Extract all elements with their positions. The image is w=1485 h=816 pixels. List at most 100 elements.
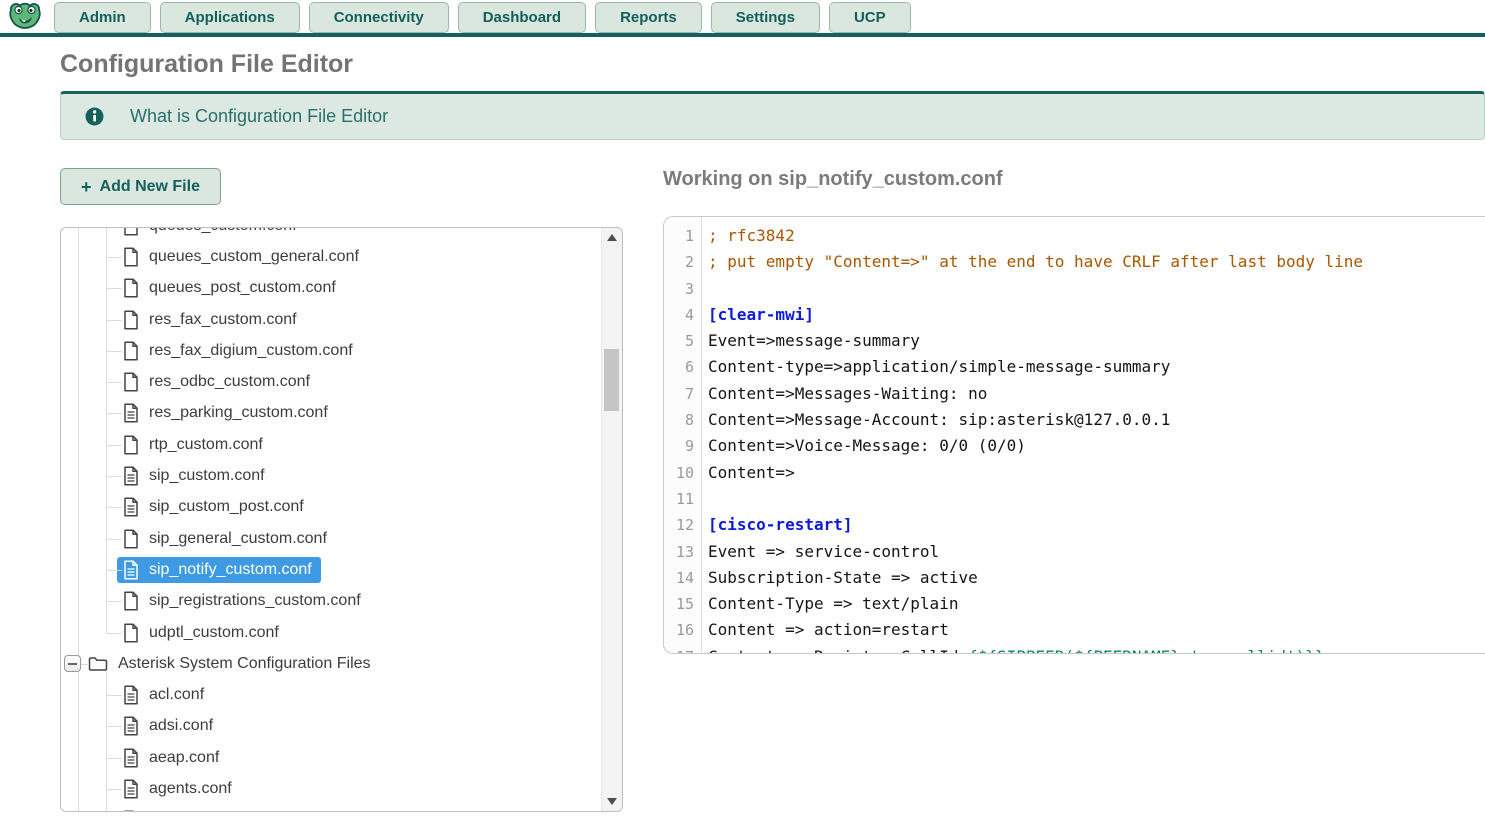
nav-tabs: Admin Applications Connectivity Dashboard Re… xyxy=(54,2,920,33)
tree-item-label: res_fax_custom.conf xyxy=(149,311,297,329)
tree-item-label: queues_custom_general.conf xyxy=(149,248,359,266)
line-number: 15 xyxy=(664,591,702,617)
info-banner[interactable]: What is Configuration File Editor xyxy=(60,91,1485,140)
line-number: 7 xyxy=(664,381,702,407)
tree-item-label: queues_post_custom.conf xyxy=(149,279,336,297)
tree-item-rtp-custom-conf[interactable]: rtp_custom.conf xyxy=(61,429,600,460)
freepbx-logo-icon[interactable] xyxy=(8,1,42,31)
line-number: 10 xyxy=(664,460,702,486)
file-icon xyxy=(123,372,139,392)
tree-item-asterisk-system-configuration-files[interactable]: Asterisk System Configuration Files xyxy=(61,648,600,679)
tree-item-queues-custom-general-conf[interactable]: queues_custom_general.conf xyxy=(61,241,600,272)
nav-tab-settings[interactable]: Settings xyxy=(711,2,820,33)
tree-item-label: udptl_custom.conf xyxy=(149,624,279,642)
file-lines-icon xyxy=(123,685,139,705)
file-lines-icon xyxy=(123,560,139,580)
code-line: 14Subscription-State => active xyxy=(664,565,1485,591)
file-tree-column: + Add New File queues_custom.confqueues_… xyxy=(60,168,623,812)
line-number: 2 xyxy=(664,249,702,275)
nav-tab-ucp[interactable]: UCP xyxy=(829,2,911,33)
tree-item-label: agents.conf xyxy=(149,780,232,798)
tree-item-label: res_odbc_custom.conf xyxy=(149,373,310,391)
tree-item-res-parking-custom-conf[interactable]: res_parking_custom.conf xyxy=(61,398,600,429)
add-new-file-button[interactable]: + Add New File xyxy=(60,168,221,205)
code-line: 6Content-type=>application/simple-messag… xyxy=(664,354,1485,380)
code-line: 1; rfc3842 xyxy=(664,223,1485,249)
code-editor[interactable]: 1; rfc38422; put empty "Content=>" at th… xyxy=(663,216,1485,654)
tree-item-sip-custom-conf[interactable]: sip_custom.conf xyxy=(61,460,600,491)
file-lines-icon xyxy=(123,466,139,486)
line-number: 11 xyxy=(664,486,702,512)
tree-item-label: sip_notify_custom.conf xyxy=(149,561,312,579)
info-banner-text: What is Configuration File Editor xyxy=(130,106,388,127)
code-line: 9Content=>Voice-Message: 0/0 (0/0) xyxy=(664,433,1485,459)
code-line: 7Content=>Messages-Waiting: no xyxy=(664,381,1485,407)
line-number: 4 xyxy=(664,302,702,328)
tree-item-alarmreceiver-conf[interactable]: alarmreceiver.conf xyxy=(61,805,600,812)
file-lines-icon xyxy=(123,748,139,768)
tree-item-label: res_fax_digium_custom.conf xyxy=(149,342,353,360)
tree-item-acl-conf[interactable]: acl.conf xyxy=(61,679,600,710)
line-number: 8 xyxy=(664,407,702,433)
tree-item-res-fax-digium-custom-conf[interactable]: res_fax_digium_custom.conf xyxy=(61,335,600,366)
scrollbar-thumb[interactable] xyxy=(604,349,619,411)
scrollbar-up-arrow-icon[interactable] xyxy=(602,228,622,247)
nav-tab-connectivity[interactable]: Connectivity xyxy=(309,2,449,33)
tree-item-label: rtp_custom.conf xyxy=(149,436,263,454)
file-icon xyxy=(123,278,139,298)
tree-scrollbar[interactable] xyxy=(601,228,622,811)
code-line: 12[cisco-restart] xyxy=(664,512,1485,538)
code-line: 4[clear-mwi] xyxy=(664,302,1485,328)
tree-item-queues-post-custom-conf[interactable]: queues_post_custom.conf xyxy=(61,273,600,304)
tree-item-label: sip_registrations_custom.conf xyxy=(149,592,361,610)
tree-item-udptl-custom-conf[interactable]: udptl_custom.conf xyxy=(61,617,600,648)
file-lines-icon xyxy=(123,403,139,423)
tree-item-queues-custom-conf[interactable]: queues_custom.conf xyxy=(61,227,600,241)
plus-icon: + xyxy=(81,178,92,196)
line-number: 5 xyxy=(664,328,702,354)
code-lines: 1; rfc38422; put empty "Content=>" at th… xyxy=(664,217,1485,654)
line-number: 17 xyxy=(664,644,702,654)
file-icon xyxy=(123,623,139,643)
tree-item-sip-general-custom-conf[interactable]: sip_general_custom.conf xyxy=(61,523,600,554)
nav-tab-admin[interactable]: Admin xyxy=(54,2,151,33)
file-icon xyxy=(123,529,139,549)
tree-item-adsi-conf[interactable]: adsi.conf xyxy=(61,711,600,742)
file-icon xyxy=(123,341,139,361)
tree-item-label: queues_custom.conf xyxy=(149,227,297,235)
collapse-toggle-icon[interactable] xyxy=(64,655,81,672)
code-line: 17Content => Register CallId {${SIPPEER(… xyxy=(664,644,1485,654)
tree-item-label: aeap.conf xyxy=(149,749,219,767)
tree-item-sip-custom-post-conf[interactable]: sip_custom_post.conf xyxy=(61,492,600,523)
file-lines-icon xyxy=(123,497,139,517)
page-title: Configuration File Editor xyxy=(60,50,1485,79)
tree-item-agents-conf[interactable]: agents.conf xyxy=(61,773,600,804)
nav-tab-applications[interactable]: Applications xyxy=(160,2,300,33)
code-line: 11 xyxy=(664,486,1485,512)
scrollbar-down-arrow-icon[interactable] xyxy=(602,792,622,811)
tree-item-label: sip_custom.conf xyxy=(149,467,265,485)
line-number: 9 xyxy=(664,433,702,459)
nav-tab-reports[interactable]: Reports xyxy=(595,2,702,33)
code-line: 5Event=>message-summary xyxy=(664,328,1485,354)
tree-item-sip-registrations-custom-conf[interactable]: sip_registrations_custom.conf xyxy=(61,586,600,617)
tree-item-label: Asterisk System Configuration Files xyxy=(118,655,371,673)
code-line: 15Content-Type => text/plain xyxy=(664,591,1485,617)
working-on-title: Working on sip_notify_custom.conf xyxy=(663,168,1485,191)
line-number: 6 xyxy=(664,354,702,380)
code-line: 8Content=>Message-Account: sip:asterisk@… xyxy=(664,407,1485,433)
file-icon xyxy=(123,247,139,267)
file-tree-panel: queues_custom.conf queues_custom_general.… xyxy=(60,227,623,812)
nav-tab-dashboard[interactable]: Dashboard xyxy=(458,2,586,33)
file-lines-icon xyxy=(123,810,139,812)
file-lines-icon xyxy=(123,716,139,736)
line-number: 13 xyxy=(664,539,702,565)
tree-item-res-fax-custom-conf[interactable]: res_fax_custom.conf xyxy=(61,304,600,335)
file-icon xyxy=(123,310,139,330)
tree-item-res-odbc-custom-conf[interactable]: res_odbc_custom.conf xyxy=(61,366,600,397)
tree-item-aeap-conf[interactable]: aeap.conf xyxy=(61,742,600,773)
code-line: 2; put empty "Content=>" at the end to h… xyxy=(664,249,1485,275)
tree-item-sip-notify-custom-conf[interactable]: sip_notify_custom.conf xyxy=(61,554,600,585)
tree-item-label: adsi.conf xyxy=(149,717,213,735)
add-new-file-label: Add New File xyxy=(100,178,200,196)
